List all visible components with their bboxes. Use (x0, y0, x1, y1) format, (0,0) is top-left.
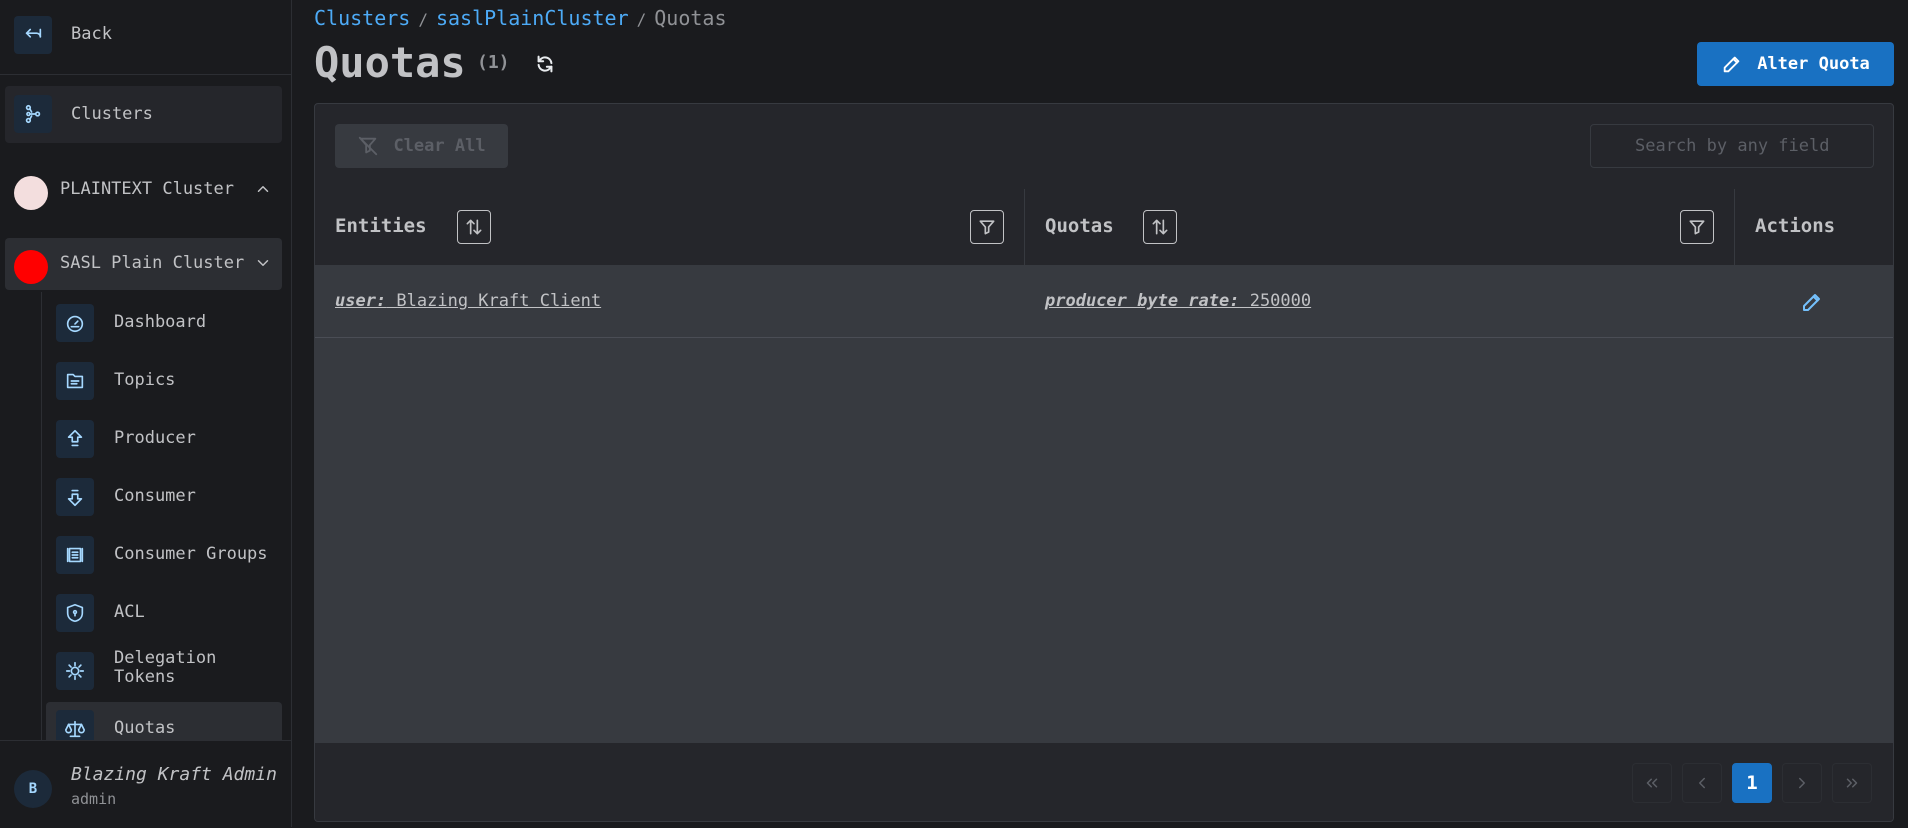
sort-quotas-button[interactable] (1143, 210, 1177, 244)
delegation-tokens-icon (56, 652, 94, 690)
breadcrumb-separator: / (418, 10, 428, 29)
subnav-divider (41, 292, 42, 742)
sort-entities-button[interactable] (457, 210, 491, 244)
clear-all-button[interactable]: Clear All (335, 124, 508, 168)
cluster-name: SASL Plain Cluster (60, 253, 245, 273)
cluster-name: PLAINTEXT Cluster (60, 179, 234, 199)
back-button[interactable]: Back (0, 0, 291, 75)
cluster-color-dot (14, 250, 48, 284)
nav-label: Dashboard (114, 312, 207, 332)
quotas-table: Clear All Entities Quotas Actions (314, 103, 1894, 822)
quota-value: 250000 (1239, 291, 1312, 311)
column-divider (1734, 266, 1735, 337)
column-header-label: Entities (335, 215, 427, 237)
column-entities: Entities (315, 189, 1023, 265)
sidebar: Back Clusters PLAINTEXT Cluster SASL Pla… (0, 0, 292, 828)
chevrons-left-icon (1646, 778, 1658, 788)
table-header: Entities Quotas Actions (315, 189, 1893, 266)
sidebar-item-clusters[interactable]: Clusters (5, 86, 282, 143)
entity-key: user: (335, 291, 387, 311)
filter-icon (1689, 220, 1705, 235)
consumer-icon (56, 478, 94, 516)
cluster-plaintext[interactable]: PLAINTEXT Cluster (5, 164, 282, 216)
alter-quota-label: Alter Quota (1757, 54, 1870, 74)
breadcrumb-current: Quotas (654, 6, 727, 30)
filter-icon (979, 220, 995, 235)
cluster-sasl-plain[interactable]: SASL Plain Cluster (5, 238, 282, 290)
first-page-button[interactable] (1632, 763, 1672, 803)
filter-quotas-button[interactable] (1680, 210, 1714, 244)
pencil-icon (1723, 56, 1740, 73)
clusters-label: Clusters (71, 104, 153, 124)
chevron-down-icon[interactable] (254, 254, 272, 272)
entity-cell[interactable]: user: Blazing Kraft Client (335, 291, 601, 311)
filter-off-icon (359, 136, 378, 156)
column-actions: Actions (1735, 189, 1893, 265)
sort-arrows-icon (1152, 219, 1168, 235)
clusters-graph-icon (14, 95, 52, 133)
topics-icon (56, 362, 94, 400)
sort-arrows-icon (466, 219, 482, 235)
chevron-up-icon[interactable] (254, 180, 272, 198)
breadcrumb-separator: / (636, 10, 647, 29)
quota-cell[interactable]: producer byte rate: 250000 (1045, 291, 1311, 311)
chevron-right-icon (1799, 777, 1805, 789)
nav-label: ACL (114, 602, 145, 622)
pagination: 1 (315, 742, 1893, 821)
consumer-groups-icon (56, 536, 94, 574)
search-input[interactable] (1590, 124, 1874, 168)
column-header-label: Quotas (1045, 215, 1114, 237)
filter-entities-button[interactable] (970, 210, 1004, 244)
column-quotas: Quotas (1025, 189, 1733, 265)
sidebar-item-topics[interactable]: Topics (46, 354, 282, 408)
entity-value: Blazing Kraft Client (386, 291, 602, 311)
sidebar-item-acl[interactable]: ACL (46, 586, 282, 640)
refresh-icon[interactable] (534, 53, 556, 75)
clear-all-label: Clear All (393, 136, 486, 156)
producer-icon (56, 420, 94, 458)
breadcrumb-clusters[interactable]: Clusters (314, 6, 410, 30)
next-page-button[interactable] (1782, 763, 1822, 803)
sidebar-item-consumer-groups[interactable]: Consumer Groups (46, 528, 282, 582)
table-row: user: Blazing Kraft Client producer byte… (315, 266, 1893, 338)
column-divider (1024, 266, 1025, 337)
cluster-color-dot (14, 176, 48, 210)
user-name: Blazing Kraft Admin (71, 764, 277, 785)
chevrons-right-icon (1846, 778, 1858, 788)
breadcrumb: Clusters / saslPlainCluster / Quotas (314, 6, 727, 30)
nav-label: Consumer (114, 486, 196, 506)
alter-quota-button[interactable]: Alter Quota (1697, 42, 1894, 86)
table-toolbar: Clear All (315, 104, 1893, 190)
nav-label: Quotas (114, 718, 176, 738)
chevron-left-icon (1699, 777, 1705, 789)
sidebar-item-producer[interactable]: Producer (46, 412, 282, 466)
sidebar-item-dashboard[interactable]: Dashboard (46, 296, 282, 350)
avatar: B (14, 770, 52, 808)
nav-label: Topics (114, 370, 176, 390)
acl-shield-icon (56, 594, 94, 632)
sidebar-item-consumer[interactable]: Consumer (46, 470, 282, 524)
nav-label: Delegation Tokens (114, 648, 217, 687)
page-button-current[interactable]: 1 (1732, 763, 1772, 803)
sidebar-item-delegation-tokens[interactable]: Delegation Tokens (46, 644, 282, 698)
item-count: (1) (477, 52, 510, 73)
nav-label: Consumer Groups (114, 544, 268, 564)
page-title: Quotas (314, 38, 466, 87)
edit-pencil-icon[interactable] (1800, 290, 1824, 314)
user-profile[interactable]: B Blazing Kraft Admin admin (0, 740, 291, 828)
back-arrow-icon (14, 16, 52, 54)
prev-page-button[interactable] (1682, 763, 1722, 803)
back-label: Back (71, 24, 112, 44)
breadcrumb-cluster[interactable]: saslPlainCluster (436, 6, 629, 30)
last-page-button[interactable] (1832, 763, 1872, 803)
user-role: admin (71, 790, 117, 808)
table-body: user: Blazing Kraft Client producer byte… (315, 266, 1893, 744)
column-header-label: Actions (1755, 215, 1836, 237)
dashboard-icon (56, 304, 94, 342)
quota-key: producer byte rate: (1045, 291, 1240, 311)
nav-label: Producer (114, 428, 196, 448)
